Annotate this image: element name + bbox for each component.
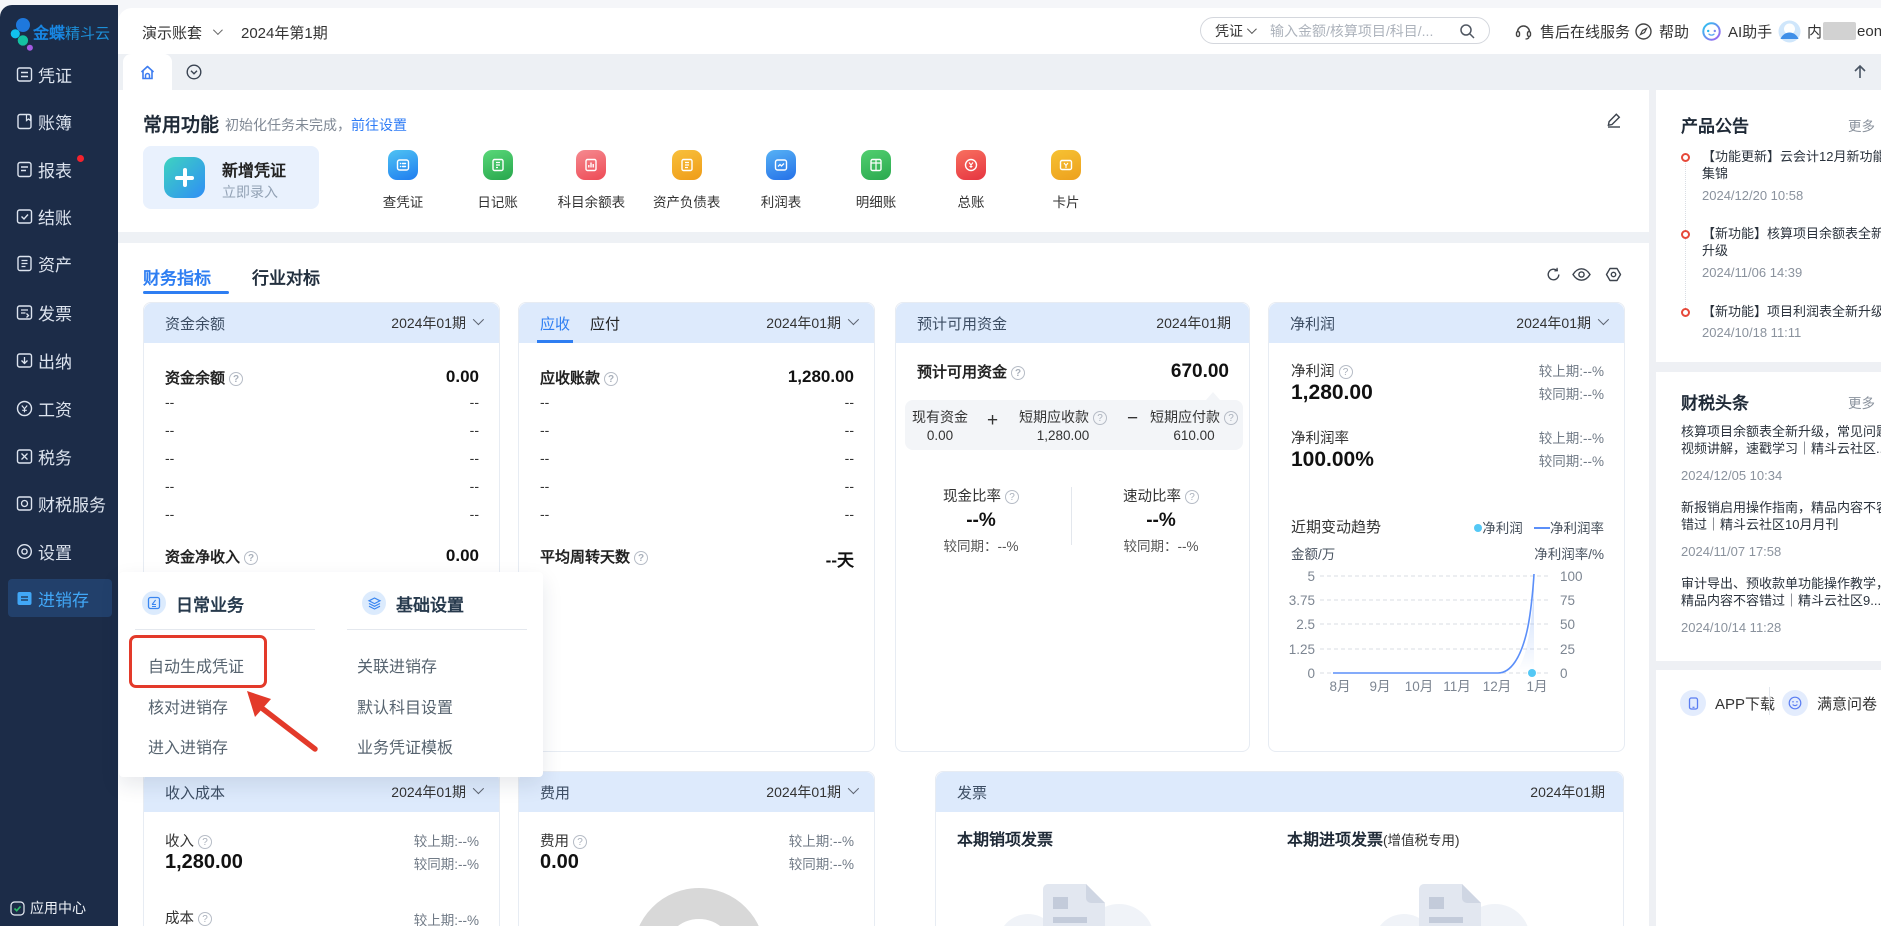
svg-text:金蝶: 金蝶: [32, 24, 66, 43]
svg-text:12月: 12月: [1483, 679, 1512, 693]
svg-text:11月: 11月: [1443, 679, 1471, 693]
svg-text:5: 5: [1307, 569, 1315, 584]
svg-text:1月: 1月: [1526, 679, 1547, 693]
svg-text:精斗云: 精斗云: [65, 26, 110, 43]
svg-text:8月: 8月: [1329, 679, 1350, 693]
svg-text:50: 50: [1560, 617, 1575, 632]
svg-text:0: 0: [1307, 666, 1315, 681]
svg-text:75: 75: [1560, 593, 1575, 608]
svg-text:2.5: 2.5: [1296, 617, 1315, 632]
svg-text:0: 0: [1560, 666, 1568, 681]
svg-text:3.75: 3.75: [1289, 593, 1315, 608]
svg-text:1.25: 1.25: [1289, 642, 1315, 657]
svg-text:100: 100: [1560, 569, 1583, 584]
svg-text:10月: 10月: [1405, 679, 1434, 693]
svg-text:25: 25: [1560, 642, 1575, 657]
svg-text:9月: 9月: [1369, 679, 1390, 693]
